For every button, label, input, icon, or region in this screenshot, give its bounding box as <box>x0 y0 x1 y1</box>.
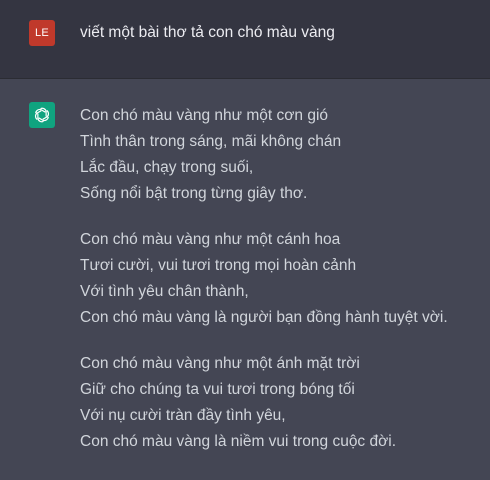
poem-line: Với tình yêu chân thành, <box>80 283 249 300</box>
poem-line: Con chó màu vàng như một cơn gió <box>80 107 329 124</box>
poem-line: Giữ cho chúng ta vui tươi trong bóng tối <box>80 381 355 398</box>
poem-line: Con chó màu vàng là niềm vui trong cuộc … <box>80 433 397 450</box>
chat-thread: LE viết một bài thơ tả con chó màu vàng … <box>0 0 490 480</box>
assistant-response-poem: Con chó màu vàng như một cơn gió Tình th… <box>80 103 448 475</box>
poem-line: Tình thân trong sáng, mãi không chán <box>80 133 342 150</box>
assistant-avatar <box>29 102 55 128</box>
poem-stanza: Con chó màu vàng như một ánh mặt trời Gi… <box>80 351 448 455</box>
assistant-message-row: Con chó màu vàng như một cơn gió Tình th… <box>0 79 490 480</box>
user-message-row: LE viết một bài thơ tả con chó màu vàng <box>0 0 490 79</box>
poem-stanza: Con chó màu vàng như một cánh hoa Tươi c… <box>80 227 448 331</box>
poem-line: Tươi cười, vui tươi trong mọi hoàn cảnh <box>80 257 357 274</box>
poem-line: Sống nổi bật trong từng giây thơ. <box>80 185 308 202</box>
user-prompt-text: viết một bài thơ tả con chó màu vàng <box>80 24 335 41</box>
poem-line: Với nụ cười tràn đầy tình yêu, <box>80 407 286 424</box>
poem-line: Con chó màu vàng như một ánh mặt trời <box>80 355 360 372</box>
poem-line: Lắc đầu, chạy trong suối, <box>80 159 254 176</box>
openai-logo-icon <box>34 107 50 123</box>
poem-line: Con chó màu vàng như một cánh hoa <box>80 231 341 248</box>
poem-stanza: Con chó màu vàng như một cơn gió Tình th… <box>80 103 448 207</box>
user-avatar: LE <box>29 20 55 46</box>
poem-line: Con chó màu vàng là người bạn đồng hành … <box>80 309 448 326</box>
